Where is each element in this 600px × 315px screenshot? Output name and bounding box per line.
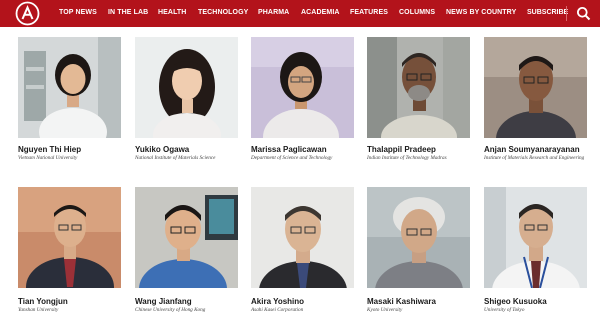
- nav-item-news-by-country[interactable]: NEWS BY COUNTRY: [446, 9, 516, 16]
- person-name[interactable]: Tian Yongjun: [18, 297, 68, 306]
- brand-logo-icon[interactable]: [15, 1, 40, 26]
- person-name[interactable]: Anjan Soumyanarayanan: [484, 145, 580, 154]
- person-photo[interactable]: [18, 187, 121, 288]
- person-photo[interactable]: [367, 37, 470, 138]
- nav-item-pharma[interactable]: PHARMA: [258, 9, 289, 16]
- person-portrait-image: [135, 37, 238, 138]
- person-affiliation: Yanshan University: [18, 307, 59, 313]
- person-name[interactable]: Yukiko Ogawa: [135, 145, 189, 154]
- person-name[interactable]: Akira Yoshino: [251, 297, 304, 306]
- person-name[interactable]: Masaki Kashiwara: [367, 297, 436, 306]
- person-name[interactable]: Thalappil Pradeep: [367, 145, 436, 154]
- nav-item-academia[interactable]: ACADEMIA: [301, 9, 340, 16]
- person-portrait-image: [251, 37, 354, 138]
- nav-item-features[interactable]: FEATURES: [350, 9, 388, 16]
- person-affiliation: Indian Institute of Technology Madras: [367, 155, 447, 161]
- nav-item-columns[interactable]: COLUMNS: [399, 9, 435, 16]
- person-name[interactable]: Shigeo Kusuoka: [484, 297, 547, 306]
- person-affiliation: Asahi Kasei Corporation: [251, 307, 304, 313]
- person-portrait-image: [484, 37, 587, 138]
- person-photo[interactable]: [18, 37, 121, 138]
- subscribe-link[interactable]: SUBSCRIBE: [527, 9, 568, 16]
- nav-item-in-the-lab[interactable]: IN THE LAB: [108, 9, 148, 16]
- nav-divider: [566, 6, 567, 21]
- person-name[interactable]: Nguyen Thi Hiep: [18, 145, 81, 154]
- person-portrait-image: [251, 187, 354, 288]
- person-portrait-image: [367, 187, 470, 288]
- person-photo[interactable]: [135, 37, 238, 138]
- nav-item-top-news[interactable]: TOP NEWS: [59, 9, 97, 16]
- person-photo[interactable]: [135, 187, 238, 288]
- person-affiliation: Chinese University of Hong Kong: [135, 307, 206, 313]
- person-photo[interactable]: [251, 37, 354, 138]
- person-portrait-image: [18, 37, 121, 138]
- person-photo[interactable]: [367, 187, 470, 288]
- people-grid: Nguyen Thi Hiep Vietnam National Univers…: [0, 27, 600, 315]
- person-photo[interactable]: [251, 187, 354, 288]
- person-portrait-image: [484, 187, 587, 288]
- person-affiliation: University of Tokyo: [484, 307, 525, 313]
- nav-item-technology[interactable]: TECHNOLOGY: [198, 9, 248, 16]
- person-affiliation: Institute of Materials Research and Engi…: [484, 155, 585, 161]
- person-portrait-image: [135, 187, 238, 288]
- search-icon[interactable]: [576, 6, 591, 21]
- person-portrait-image: [18, 187, 121, 288]
- nav-item-health[interactable]: HEALTH: [158, 9, 186, 16]
- person-affiliation: Vietnam National University: [18, 155, 78, 161]
- person-name[interactable]: Marissa Paglicawan: [251, 145, 327, 154]
- person-photo[interactable]: [484, 187, 587, 288]
- person-name[interactable]: Wang Jianfang: [135, 297, 192, 306]
- top-navigation-bar: TOP NEWS IN THE LAB HEALTH TECHNOLOGY PH…: [0, 0, 600, 27]
- person-portrait-image: [367, 37, 470, 138]
- person-affiliation: Kyoto University: [367, 307, 403, 313]
- person-affiliation: National Institute of Materials Science: [135, 155, 216, 161]
- person-photo[interactable]: [484, 37, 587, 138]
- person-affiliation: Department of Science and Technology: [251, 155, 333, 161]
